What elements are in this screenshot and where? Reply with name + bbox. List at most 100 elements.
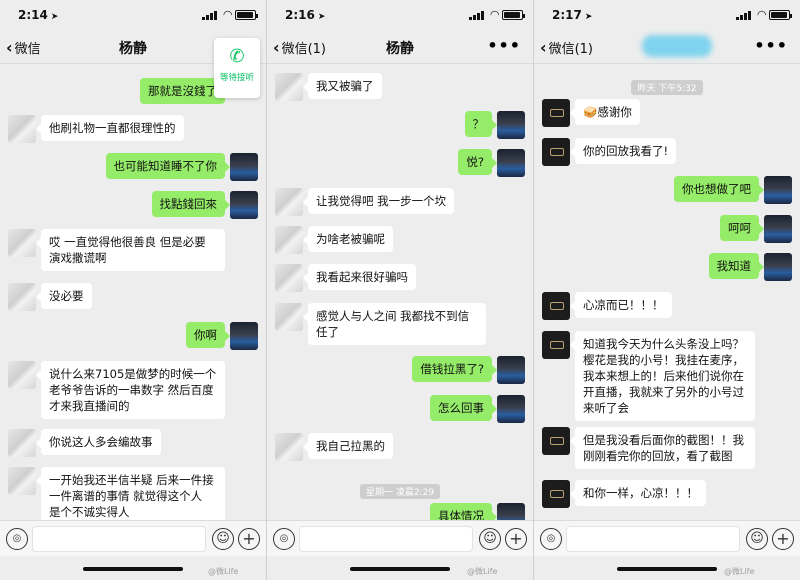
message-bubble[interactable]: 借钱拉黑了? xyxy=(412,356,497,382)
message-list: 昨天 下午5:32 🥪感谢你 你的回放我看了! 你也想做了吧 呵呵 我知道 心凉… xyxy=(534,65,800,520)
message-bubble[interactable]: 知道我今天为什么头条没上吗？樱花是我的小号！我挂在麦序，我本来想上的！后来他们说… xyxy=(570,331,755,421)
back-label: 微信(1) xyxy=(548,42,594,57)
avatar[interactable] xyxy=(275,226,303,254)
avatar[interactable] xyxy=(275,303,303,331)
message-bubble[interactable]: 找點錢回來 xyxy=(151,191,230,217)
message-bubble[interactable]: 为啥老被骗呢 xyxy=(303,226,393,252)
wifi-icon: ◠ xyxy=(757,8,766,21)
avatar[interactable] xyxy=(542,480,570,508)
avatar[interactable] xyxy=(764,215,792,243)
message-bubble[interactable]: 那就是沒錢了 xyxy=(140,78,230,104)
message-bubble[interactable]: 他刷礼物一直都很理性的 xyxy=(36,115,184,141)
home-indicator xyxy=(350,567,450,571)
emoji-icon[interactable]: ☺ xyxy=(212,528,234,550)
avatar[interactable] xyxy=(542,292,570,320)
message-bubble[interactable]: 没必要 xyxy=(36,283,92,309)
back-button[interactable]: ‹ 微信(1) xyxy=(540,38,593,57)
avatar[interactable] xyxy=(542,331,570,359)
plus-icon[interactable]: + xyxy=(238,528,260,550)
message-bubble[interactable]: ？ xyxy=(464,111,497,137)
message-bubble[interactable]: 也可能知道睡不了你 xyxy=(105,153,230,179)
avatar[interactable] xyxy=(8,283,36,311)
input-toolbar: ◎ ☺ + xyxy=(0,520,266,556)
message-bubble[interactable]: 但是我没看后面你的截图！！我刚刚看完你的回放，看了截图 xyxy=(570,427,755,469)
message-bubble[interactable]: 我自己拉黑的 xyxy=(303,433,393,459)
message-bubble[interactable]: 你说这人多会编故事 xyxy=(36,429,161,455)
plus-icon[interactable]: + xyxy=(505,528,527,550)
avatar[interactable] xyxy=(8,429,36,457)
avatar[interactable] xyxy=(497,503,525,520)
message-bubble[interactable]: 一开始我还半信半疑 后来一件接一件离谱的事情 就觉得这个人 是个不诚实得人 xyxy=(36,467,225,520)
message-bubble[interactable]: 我看起来很好骗吗 xyxy=(303,264,416,290)
message-list: 我又被骗了 ？ 悦? 让我觉得吧 我一步一个坎 为啥老被骗呢 我看起来很好骗吗 … xyxy=(267,65,533,520)
avatar[interactable] xyxy=(275,433,303,461)
message-bubble[interactable]: 说什么来7105是做梦的时候一个老爷爷告诉的一串数字 然后百度才来我直播间的 xyxy=(36,361,225,419)
message-bubble[interactable]: 我又被骗了 xyxy=(303,73,382,99)
avatar[interactable] xyxy=(230,322,258,350)
watermark: @微Life xyxy=(208,567,239,576)
more-icon[interactable]: ••• xyxy=(754,36,788,55)
location-arrow-icon: ➤ xyxy=(317,12,326,22)
status-time: 2:16 ➤ xyxy=(285,8,326,22)
voice-icon[interactable]: ◎ xyxy=(540,528,562,550)
message-bubble[interactable]: 具体情况 xyxy=(430,503,497,520)
avatar[interactable] xyxy=(764,253,792,281)
message-bubble[interactable]: 心凉而已！！！ xyxy=(570,292,672,318)
signal-icon xyxy=(202,11,217,20)
input-toolbar: ◎ ☺ + xyxy=(267,520,533,556)
message-input[interactable] xyxy=(299,526,473,552)
chat-panel-2: 2:16 ➤ ◠ ‹ 微信(1) 杨静 ••• 我又被骗了 ？ 悦? 让我觉得吧 我… xyxy=(267,0,533,580)
avatar[interactable] xyxy=(8,467,36,495)
message-bubble[interactable]: 让我觉得吧 我一步一个坎 xyxy=(302,188,455,214)
message-bubble[interactable]: 怎么回事 xyxy=(430,395,497,421)
more-icon[interactable]: ••• xyxy=(487,36,521,55)
watermark: @微Life xyxy=(467,567,498,576)
message-bubble[interactable]: 🥪感谢你 xyxy=(570,99,640,125)
avatar[interactable] xyxy=(542,99,570,127)
message-input[interactable] xyxy=(32,526,206,552)
message-bubble[interactable]: 你的回放我看了! xyxy=(569,138,677,164)
voice-icon[interactable]: ◎ xyxy=(273,528,295,550)
avatar[interactable] xyxy=(497,356,525,384)
status-bar: 2:14 ➤ ◠ xyxy=(0,0,266,30)
avatar[interactable] xyxy=(764,176,792,204)
message-bubble[interactable]: 你也想做了吧 xyxy=(674,176,764,202)
wifi-icon: ◠ xyxy=(490,8,499,21)
avatar[interactable] xyxy=(542,138,570,166)
message-bubble[interactable]: 感觉人与人之间 我都找不到信任了 xyxy=(303,303,486,345)
avatar[interactable] xyxy=(8,361,36,389)
message-bubble[interactable]: 我知道 xyxy=(708,253,764,279)
status-bar: 2:17 ➤ ◠ xyxy=(534,0,800,30)
message-bubble[interactable]: 呵呵 xyxy=(720,215,764,241)
call-waiting-label: 等待接听 xyxy=(219,73,254,83)
wifi-icon: ◠ xyxy=(223,8,232,21)
phone-icon: ✆ xyxy=(229,46,245,67)
home-indicator xyxy=(617,567,717,571)
message-bubble[interactable]: 和你一样，心凉！！！ xyxy=(570,480,706,506)
avatar[interactable] xyxy=(230,153,258,181)
avatar[interactable] xyxy=(275,188,303,216)
voice-icon[interactable]: ◎ xyxy=(6,528,28,550)
timestamp: 星期一 凌晨2:29 xyxy=(359,484,441,499)
call-waiting-popup[interactable]: ✆ 等待接听 xyxy=(214,38,260,98)
avatar[interactable] xyxy=(497,149,525,177)
avatar[interactable] xyxy=(542,427,570,455)
message-input[interactable] xyxy=(566,526,740,552)
status-time: 2:17 ➤ xyxy=(552,8,593,22)
avatar[interactable] xyxy=(230,191,258,219)
avatar[interactable] xyxy=(8,115,36,143)
avatar[interactable] xyxy=(497,111,525,139)
avatar[interactable] xyxy=(8,229,36,257)
avatar[interactable] xyxy=(275,73,303,101)
battery-icon xyxy=(769,10,792,20)
message-bubble[interactable]: 你啊 xyxy=(186,322,230,348)
plus-icon[interactable]: + xyxy=(772,528,794,550)
emoji-icon[interactable]: ☺ xyxy=(746,528,768,550)
avatar[interactable] xyxy=(497,395,525,423)
battery-icon xyxy=(502,10,525,20)
avatar[interactable] xyxy=(275,264,303,292)
location-arrow-icon: ➤ xyxy=(584,12,593,22)
message-bubble[interactable]: 悦? xyxy=(458,149,497,175)
message-bubble[interactable]: 哎 一直觉得他很善良 但是必要演戏撒谎啊 xyxy=(36,229,225,271)
emoji-icon[interactable]: ☺ xyxy=(479,528,501,550)
